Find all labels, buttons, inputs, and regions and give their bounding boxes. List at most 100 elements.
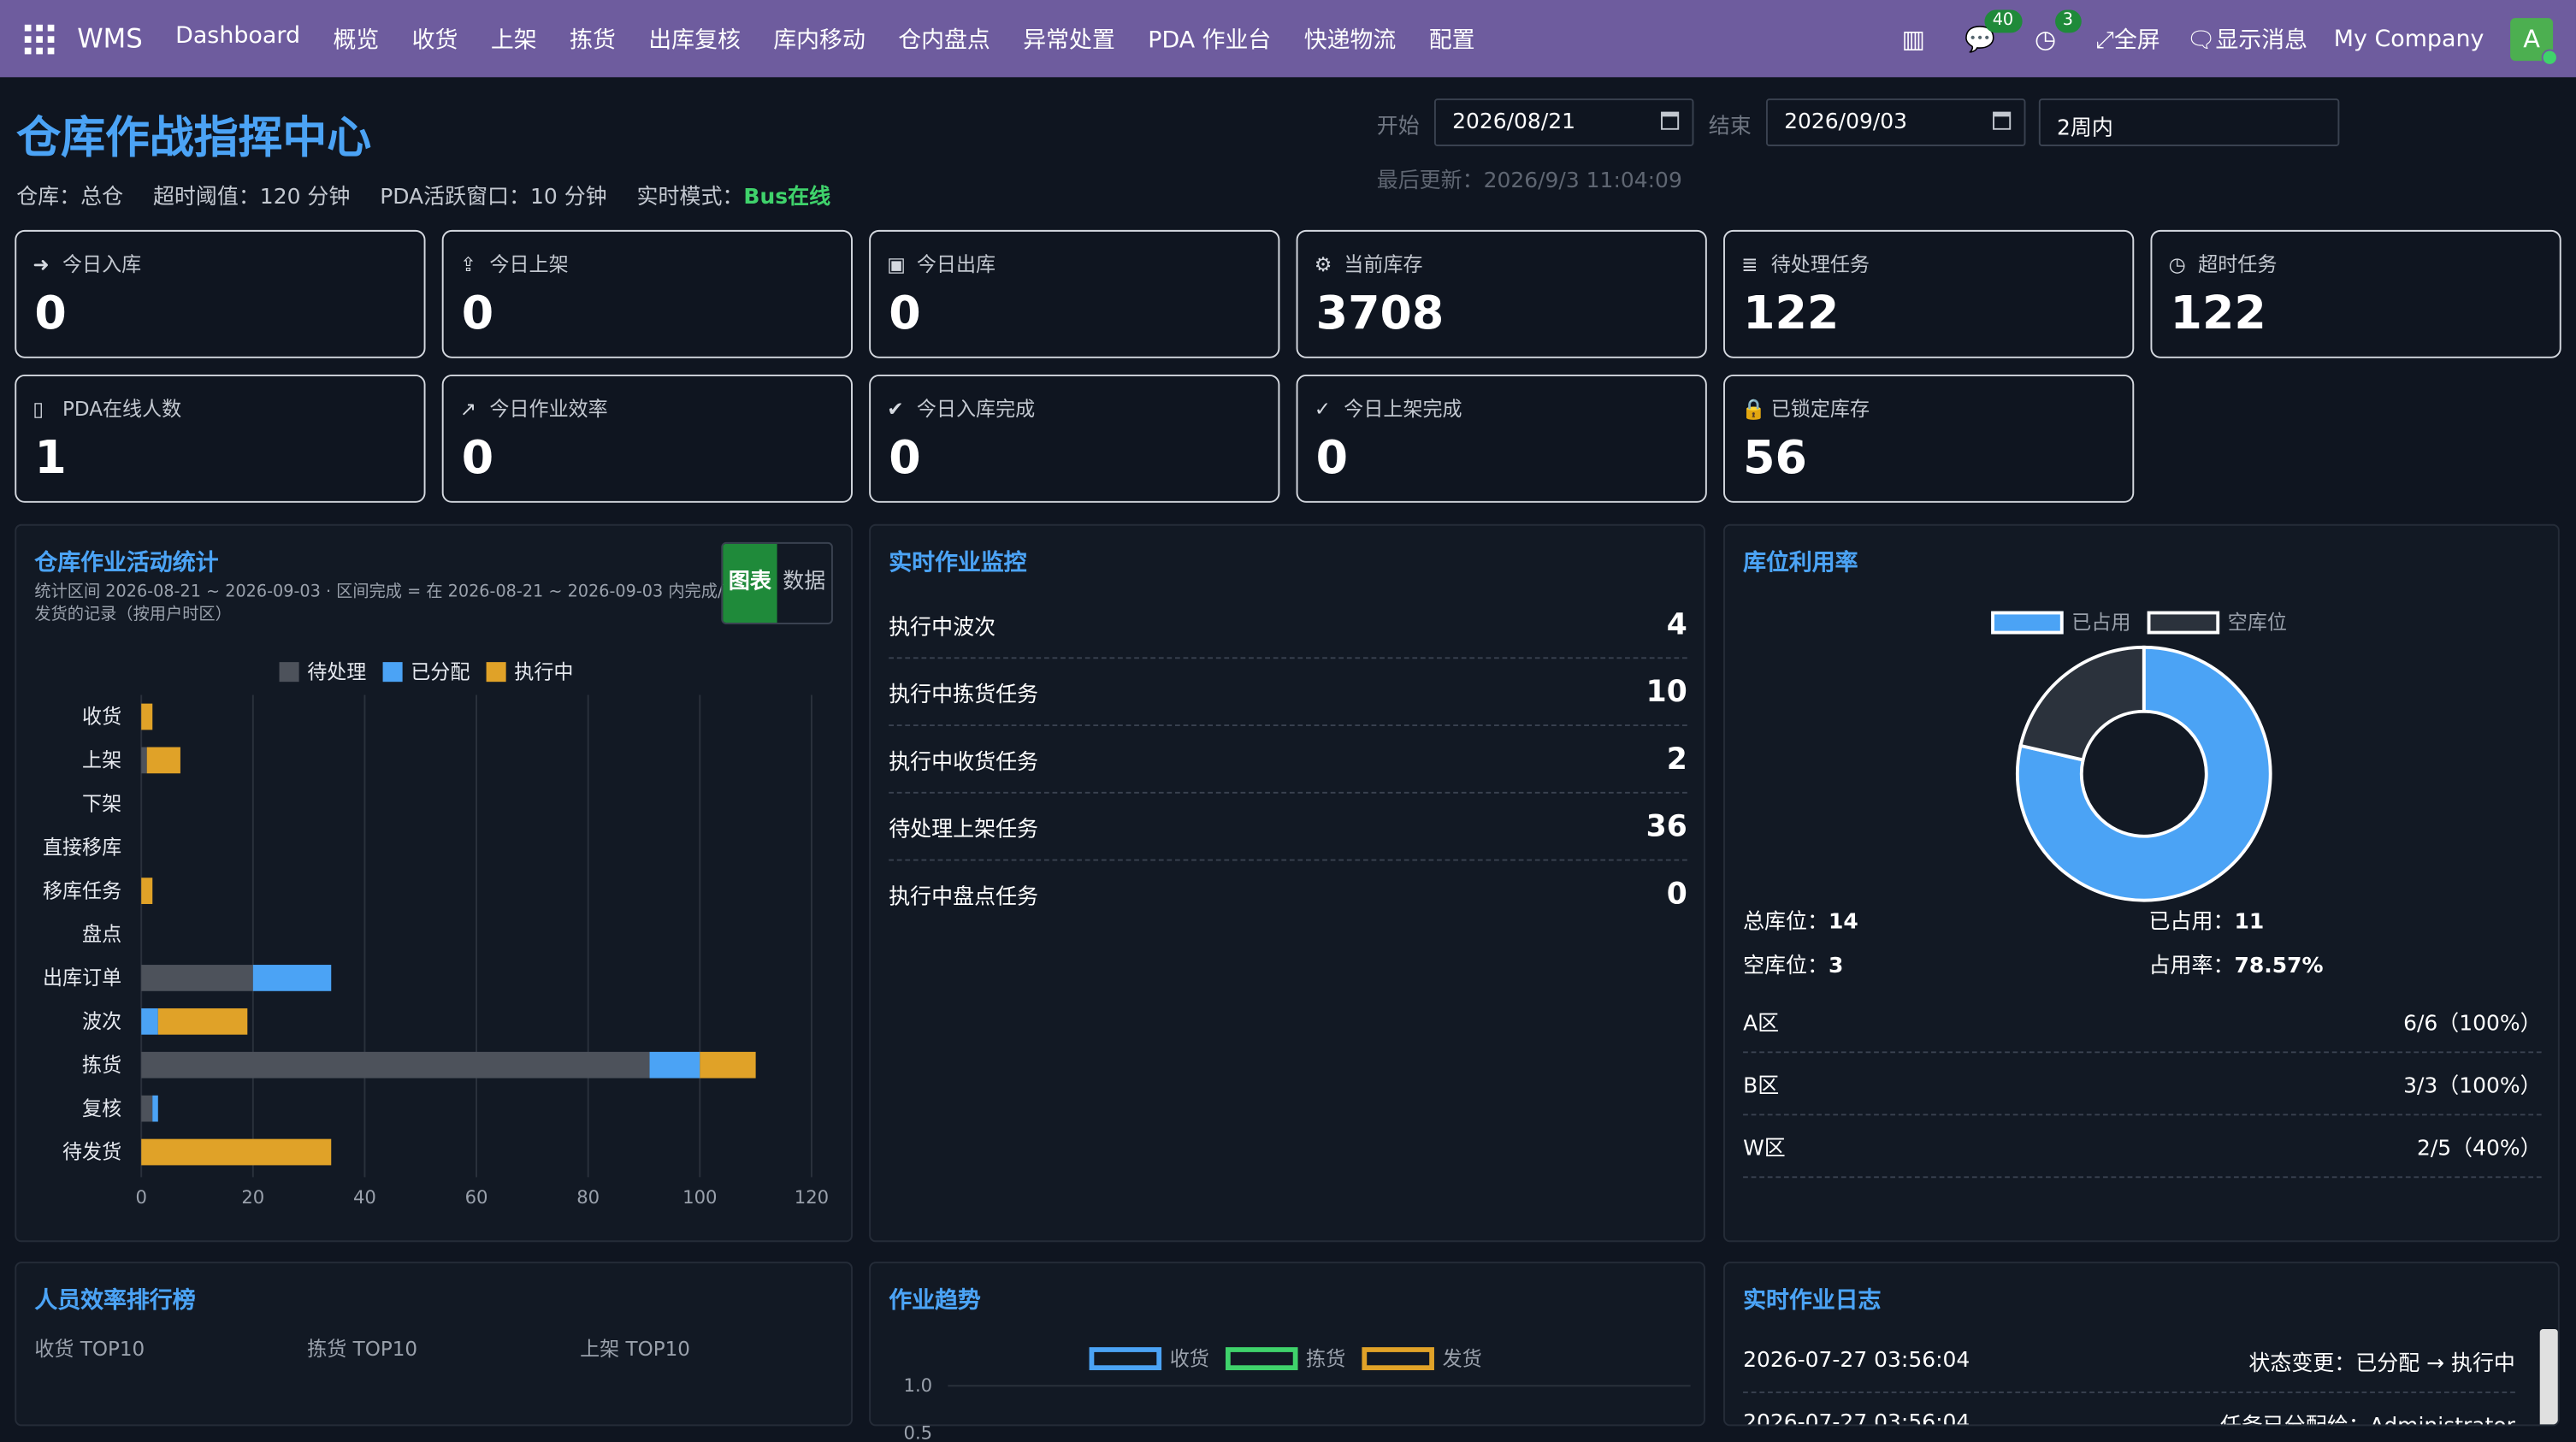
check-circle-icon: ✓: [1314, 397, 1332, 421]
receiving-swatch: [1089, 1346, 1162, 1370]
mode-status: Bus在线: [743, 186, 831, 210]
used-slots-value: 11: [2234, 910, 2265, 935]
menu-item-stocktake[interactable]: 仓内盘点: [882, 22, 1007, 55]
kpi-label: 超时任务: [2198, 252, 2278, 276]
kpi-pda-online[interactable]: ▯ PDA在线人数 1: [15, 374, 426, 503]
calendar-icon[interactable]: [1661, 111, 1680, 130]
kpi-label: 待处理任务: [1770, 252, 1870, 276]
end-date-value: 2026/09/03: [1784, 109, 1908, 135]
clock-icon: ◷: [2168, 252, 2186, 276]
log-panel: 实时作业日志 2026-07-27 03:56:04 状态变更：已分配 → 执行中…: [1723, 1262, 2560, 1427]
main-menu: Dashboard 概览 收货 上架 拣货 出库复核 库内移动 仓内盘点 异常处…: [159, 22, 1492, 55]
bar-segment: [141, 1008, 158, 1035]
kpi-label: PDA在线人数: [62, 397, 182, 421]
kpi-pending-tasks[interactable]: ≣ 待处理任务 122: [1723, 229, 2135, 358]
menu-item-overview[interactable]: 概览: [316, 22, 395, 55]
kpi-putaway-done[interactable]: ✓ 今日上架完成 0: [1296, 374, 1707, 503]
total-slots-value: 14: [1829, 910, 1858, 935]
receiving-top10: 收货 TOP10: [34, 1337, 145, 1361]
zone-value: 3/3（100%）: [2403, 1074, 2542, 1100]
legend-shipping: 发货: [1442, 1347, 1482, 1371]
activity-clock-icon[interactable]: ◷ 3: [2035, 9, 2082, 53]
menu-item-outbound-check[interactable]: 出库复核: [632, 22, 757, 55]
kpi-value: 0: [34, 286, 67, 340]
kpi-today-inbound[interactable]: ➜ 今日入库 0: [15, 229, 426, 358]
range-select[interactable]: 2周内: [2038, 98, 2340, 146]
bar-segment: [700, 1051, 756, 1079]
start-date-input[interactable]: 2026/08/21: [1433, 98, 1694, 146]
lock-icon: 🔒: [1741, 397, 1766, 421]
empty-slots: 空库位：3: [1743, 948, 1844, 979]
log-row: 2026-07-27 03:56:04 状态变更：已分配 → 执行中: [1743, 1331, 2515, 1393]
header-meta: 仓库：总仓 超时阈值：120 分钟 PDA活跃窗口：10 分钟 实时模式：Bus…: [16, 179, 854, 210]
picking-top10: 拣货 TOP10: [307, 1337, 418, 1361]
kpi-today-efficiency[interactable]: ↗ 今日作业效率 0: [441, 374, 853, 503]
bar-segment: [141, 1095, 153, 1122]
menu-item-putaway[interactable]: 上架: [475, 22, 553, 55]
pda-window-label: PDA活跃窗口：10 分钟: [380, 186, 607, 210]
monitor-row: 执行中拣货任务 10: [889, 659, 1687, 727]
log-time: 2026-07-27 03:56:04: [1743, 1411, 1970, 1427]
company-switcher[interactable]: My Company: [2334, 26, 2484, 52]
kpi-label: 今日出库: [916, 252, 996, 276]
empty-swatch: [2147, 610, 2220, 634]
kpi-label: 已锁定库存: [1770, 397, 1870, 421]
kpi-today-outbound[interactable]: ▣ 今日出库 0: [869, 229, 1280, 358]
monitor-label: 执行中波次: [889, 615, 996, 641]
apps-grid-icon[interactable]: [24, 23, 55, 54]
avatar[interactable]: A: [2510, 17, 2558, 65]
kpi-locked-stock[interactable]: 🔒 已锁定库存 56: [1723, 374, 2135, 503]
kpi-value: 56: [1743, 430, 1807, 485]
upload-icon: ⇪: [459, 252, 477, 276]
menu-item-picking[interactable]: 拣货: [553, 22, 632, 55]
fullscreen-button[interactable]: ⤢全屏: [2095, 22, 2159, 55]
speech-bubble-icon: 🗨: [2186, 27, 2216, 54]
empty-slots-value: 3: [1829, 954, 1844, 979]
zone-row: B区 3/3（100%）: [1743, 1053, 2542, 1116]
top-nav-bar: WMS Dashboard 概览 收货 上架 拣货 出库复核 库内移动 仓内盘点…: [0, 0, 2576, 78]
kpi-timeout-tasks[interactable]: ◷ 超时任务 122: [2150, 229, 2561, 358]
kpi-label: 今日作业效率: [489, 397, 608, 421]
barcode-icon[interactable]: ▥: [1902, 24, 1925, 54]
kpi-label: 今日入库完成: [916, 397, 1036, 421]
chat-icon[interactable]: 💬 40: [1964, 9, 2022, 53]
show-messages-button[interactable]: 🗨显示消息: [2186, 22, 2307, 55]
line-chart-icon: ↗: [459, 397, 477, 421]
donut-slice: [2018, 645, 2146, 762]
end-date-input[interactable]: 2026/09/03: [1765, 98, 2026, 146]
realtime-monitor-panel: 实时作业监控 执行中波次 4 执行中拣货任务 10 执行中收货任务 2 待处理上架任务…: [869, 523, 1705, 1243]
mode-label: 实时模式：: [636, 186, 744, 210]
legend-receiving: 收货: [1169, 1347, 1209, 1371]
check-icon: ✔: [887, 397, 904, 421]
menu-item-pda[interactable]: PDA 作业台: [1131, 22, 1288, 55]
brand-name[interactable]: WMS: [77, 23, 142, 54]
kpi-value: 0: [461, 286, 494, 340]
kpi-current-stock[interactable]: ⚙ 当前库存 3708: [1296, 229, 1707, 358]
log-scrollbar[interactable]: [2539, 1329, 2558, 1425]
menu-item-internal-move[interactable]: 库内移动: [757, 22, 882, 55]
category-label: 复核: [82, 1098, 121, 1120]
menu-item-express[interactable]: 快递物流: [1288, 22, 1413, 55]
staff-ranking-panel: 人员效率排行榜 收货 TOP10 拣货 TOP10 上架 TOP10: [15, 1262, 853, 1427]
activity-stats-panel: 仓库作业活动统计 统计区间 2026-08-21 ~ 2026-09-03 · …: [15, 523, 853, 1243]
picking-swatch: [1226, 1346, 1298, 1370]
category-label: 待发货: [62, 1142, 121, 1164]
legend-occupied: 已占用: [2071, 611, 2131, 635]
kpi-inbound-done[interactable]: ✔ 今日入库完成 0: [869, 374, 1280, 503]
menu-item-exceptions[interactable]: 异常处置: [1007, 22, 1131, 55]
category-label: 收货: [82, 706, 121, 729]
occupied-swatch: [1991, 610, 2064, 634]
kpi-value: 3708: [1315, 286, 1445, 340]
zone-name: B区: [1743, 1074, 1780, 1100]
occupancy-rate-label: 占用率：: [2148, 954, 2235, 979]
menu-item-dashboard[interactable]: Dashboard: [159, 22, 316, 55]
bar-segment: [157, 1008, 248, 1035]
occupancy-legend: 已占用 空库位: [1991, 608, 2287, 636]
menu-item-receiving[interactable]: 收货: [395, 22, 474, 55]
x-tick-label: 0: [135, 1186, 146, 1208]
menu-item-config[interactable]: 配置: [1413, 22, 1492, 55]
x-tick-label: 100: [682, 1186, 717, 1208]
kpi-today-putaway[interactable]: ⇪ 今日上架 0: [441, 229, 853, 358]
calendar-icon[interactable]: [1993, 111, 2012, 130]
empty-slots-label: 空库位：: [1743, 954, 1829, 979]
